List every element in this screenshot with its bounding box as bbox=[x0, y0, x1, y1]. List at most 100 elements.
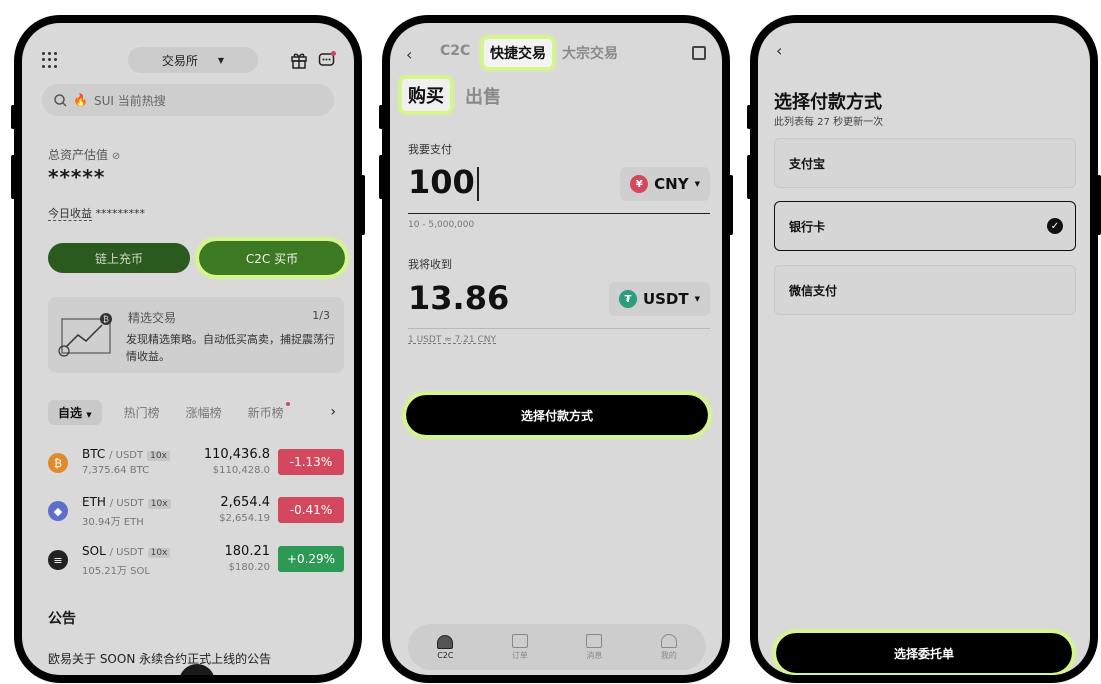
coin-symbol: ETH bbox=[82, 495, 106, 509]
coin-price: 2,654.4 bbox=[220, 495, 270, 510]
scan-icon[interactable] bbox=[692, 46, 706, 60]
text-cursor bbox=[476, 167, 479, 201]
coin-fiat-price: $180.20 bbox=[228, 562, 270, 573]
fire-icon: 🔥 bbox=[73, 93, 88, 107]
chevron-down-icon: ▼ bbox=[86, 410, 92, 419]
coin-fiat-price: $110,428.0 bbox=[212, 465, 270, 476]
nav-c2c-label: C2C bbox=[437, 650, 454, 660]
market-row-eth[interactable]: ◆ ETH / USDT 10x 30.94万 ETH 2,654.4 $2,65… bbox=[48, 495, 344, 531]
leverage-badge: 10x bbox=[147, 499, 171, 509]
coin-change-badge: -1.13% bbox=[278, 449, 344, 475]
message-icon[interactable] bbox=[318, 51, 336, 69]
pay-currency-label: CNY bbox=[654, 175, 689, 193]
payment-option-bank-card[interactable]: 银行卡 ✓ bbox=[774, 201, 1076, 251]
check-icon: ✓ bbox=[1047, 218, 1063, 234]
coin-symbol: SOL bbox=[82, 544, 106, 558]
receive-label: 我将收到 bbox=[408, 258, 452, 271]
leverage-badge: 10x bbox=[147, 451, 170, 461]
gift-icon[interactable] bbox=[290, 51, 308, 69]
side-button bbox=[379, 105, 385, 129]
leverage-badge: 10x bbox=[147, 548, 171, 558]
screen: 交易所 ▼ 🔥 SUI 当前热搜 总资产估值 ⊘ ***** 今日收益 ****… bbox=[22, 23, 354, 675]
onchain-deposit-button[interactable]: 链上充币 bbox=[48, 243, 190, 273]
filter-hot[interactable]: 热门榜 bbox=[124, 404, 160, 421]
pay-range-hint: 10 - 5,000,000 bbox=[408, 220, 475, 230]
side-button bbox=[727, 175, 733, 235]
people-icon bbox=[437, 634, 454, 649]
c2c-buy-button[interactable]: C2C 买币 bbox=[196, 238, 348, 278]
filter-new[interactable]: 新币榜 bbox=[247, 401, 290, 421]
coin-volume: 30.94万 ETH bbox=[82, 517, 144, 528]
side-button bbox=[1095, 175, 1101, 235]
select-order-button[interactable]: 选择委托单 bbox=[773, 630, 1075, 675]
filter-gainers[interactable]: 涨幅榜 bbox=[186, 404, 222, 421]
tab-buy[interactable]: 购买 bbox=[399, 76, 453, 114]
select-payment-method-button[interactable]: 选择付款方式 bbox=[403, 392, 711, 438]
chevron-down-icon: ▼ bbox=[217, 55, 225, 65]
nav-orders-label: 订单 bbox=[511, 650, 528, 660]
today-earnings: 今日收益 ********* bbox=[48, 205, 145, 221]
coin-quote: / USDT bbox=[109, 450, 144, 461]
announcement-item[interactable]: 欧易关于 SOON 永续合约正式上线的公告 bbox=[48, 650, 271, 667]
nav-c2c[interactable]: C2C bbox=[437, 634, 454, 660]
filter-new-label: 新币榜 bbox=[247, 405, 284, 420]
tab-c2c[interactable]: C2C bbox=[440, 43, 470, 59]
chart-illustration-icon: ₿ bbox=[58, 313, 112, 357]
divider bbox=[408, 328, 710, 329]
coin-pair: BTC / USDT 10x bbox=[82, 447, 170, 461]
market-row-sol[interactable]: ≡ SOL / USDT 10x 105.21万 SOL 180.21 $180.… bbox=[48, 544, 344, 580]
coin-volume: 105.21万 SOL bbox=[82, 566, 150, 577]
today-earnings-label: 今日收益 bbox=[48, 207, 92, 221]
back-arrow-icon[interactable]: ‹ bbox=[776, 41, 782, 60]
divider bbox=[408, 213, 710, 214]
pay-currency-select[interactable]: ¥ CNY ▼ bbox=[620, 167, 710, 201]
tab-block-trade[interactable]: 大宗交易 bbox=[562, 43, 618, 63]
user-icon bbox=[660, 633, 677, 648]
coin-symbol: BTC bbox=[82, 447, 106, 461]
exchange-switch[interactable]: 交易所 ▼ bbox=[128, 47, 258, 73]
search-bar[interactable]: 🔥 SUI 当前热搜 bbox=[42, 84, 334, 116]
market-row-btc[interactable]: ₿ BTC / USDT 10x 7,375.64 BTC 110,436.8 $… bbox=[48, 447, 344, 483]
side-button bbox=[359, 175, 365, 235]
tether-icon: ₮ bbox=[618, 290, 637, 308]
phone-exchange-home: 交易所 ▼ 🔥 SUI 当前热搜 总资产估值 ⊘ ***** 今日收益 ****… bbox=[11, 15, 365, 683]
nav-orders[interactable]: 订单 bbox=[511, 633, 528, 661]
chevron-down-icon: ▼ bbox=[694, 295, 700, 303]
payment-option-wechat[interactable]: 微信支付 bbox=[774, 265, 1076, 315]
promo-card[interactable]: ₿ 精选交易 1/3 发现精选策略。自动低买高卖，捕捉震荡行情收益。 bbox=[48, 297, 344, 373]
apps-grid-icon[interactable] bbox=[42, 52, 58, 68]
payment-option-alipay[interactable]: 支付宝 bbox=[774, 138, 1076, 188]
ethereum-icon: ◆ bbox=[48, 501, 68, 521]
back-arrow-icon[interactable]: ‹ bbox=[406, 45, 412, 64]
svg-text:₿: ₿ bbox=[103, 315, 109, 324]
exchange-tab-label: 交易所 bbox=[161, 53, 198, 68]
search-placeholder: SUI 当前热搜 bbox=[93, 93, 166, 108]
filter-favorites-label: 自选 bbox=[58, 405, 83, 420]
pay-amount-input[interactable]: 100 bbox=[408, 163, 479, 201]
coin-pair: SOL / USDT 10x bbox=[82, 544, 171, 558]
receive-currency-select[interactable]: ₮ USDT ▼ bbox=[608, 282, 710, 316]
side-button bbox=[11, 155, 17, 199]
coin-volume: 7,375.64 BTC bbox=[82, 465, 150, 476]
tab-sell[interactable]: 出售 bbox=[465, 83, 501, 109]
coin-price: 180.21 bbox=[224, 544, 271, 559]
total-asset-value: ***** bbox=[48, 165, 106, 189]
filter-favorites[interactable]: 自选 ▼ bbox=[48, 399, 102, 425]
coin-fiat-price: $2,654.19 bbox=[219, 513, 270, 524]
promo-pager: 1/3 bbox=[312, 309, 330, 322]
coin-quote: / USDT bbox=[109, 547, 144, 558]
nav-messages-label: 消息 bbox=[586, 650, 603, 660]
chevron-right-icon[interactable]: › bbox=[330, 404, 336, 420]
promo-description: 发现精选策略。自动低买高卖，捕捉震荡行情收益。 bbox=[126, 333, 335, 363]
nav-profile-label: 我的 bbox=[660, 650, 677, 660]
side-button bbox=[11, 105, 17, 129]
search-icon bbox=[54, 93, 67, 107]
total-asset-label: 总资产估值 ⊘ bbox=[48, 146, 120, 163]
coin-quote: / USDT bbox=[109, 498, 144, 509]
bottom-nav: C2C 订单 消息 我的 bbox=[408, 624, 706, 670]
nav-profile[interactable]: 我的 bbox=[660, 633, 677, 661]
eye-off-icon[interactable]: ⊘ bbox=[112, 151, 120, 162]
nav-messages[interactable]: 消息 bbox=[586, 633, 603, 661]
coin-price: 110,436.8 bbox=[203, 447, 270, 462]
tab-quick-trade[interactable]: 快捷交易 bbox=[481, 36, 555, 70]
